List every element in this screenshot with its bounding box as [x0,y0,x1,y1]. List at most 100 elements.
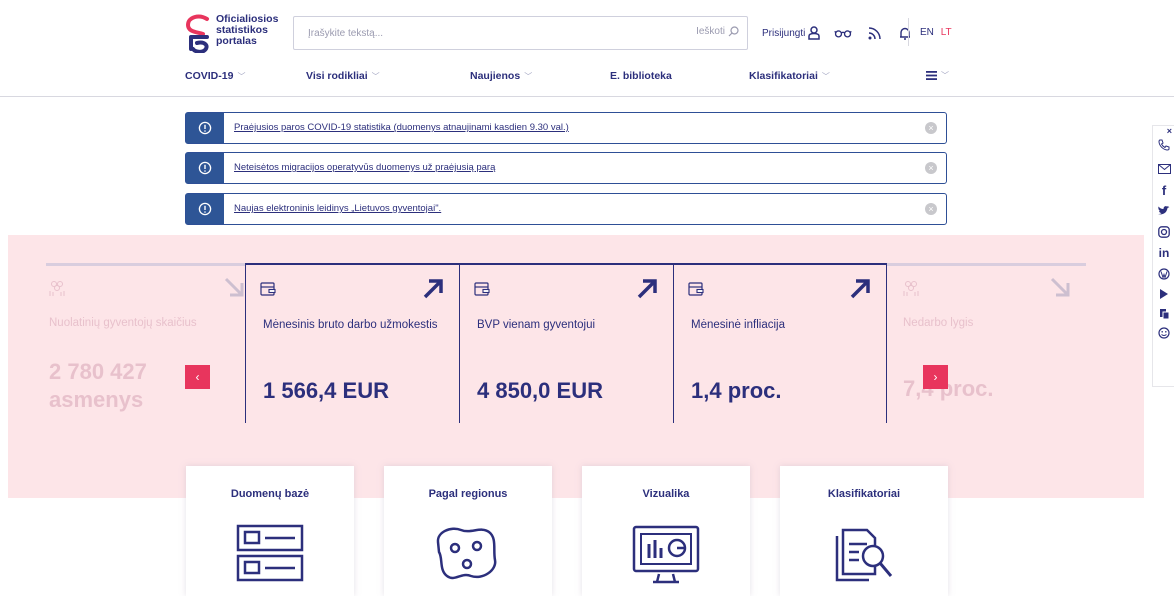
wallet-icon [688,282,704,296]
trend-down-icon [1050,277,1070,297]
stat-value-number: 2 780 427 [49,359,147,384]
wallet-icon [474,282,490,296]
twitter-icon[interactable] [1157,204,1171,218]
stat-title: Nedarbo lygis [903,317,974,329]
stat-title: Nuolatinių gyventojų skaičius [49,317,197,329]
nav-item-label: Visi rodikliai [306,70,368,82]
login-label: Prisijungti [762,27,806,39]
stat-title: BVP vienam gyventojui [477,319,596,331]
bell-icon[interactable] [896,25,914,41]
chevron-down-icon: ﹀ [941,71,949,80]
alert-banner: Naujas elektroninis leidinys „Lietuvos g… [185,193,947,225]
info-icon [186,194,224,224]
social-sidebar: × f in [1152,125,1174,387]
logo-mark-icon [185,14,209,53]
document-search-icon [835,528,893,582]
trend-down-icon [224,277,244,297]
search-icon [728,26,739,37]
alert-banner: Neteisėtos migracijos operatyvūs duomeny… [185,152,947,184]
stat-value: 1 566,4 EUR [263,378,389,403]
alert-banner: Praėjusios paros COVID-19 statistika (du… [185,112,947,144]
nav-item-library[interactable]: E. biblioteka [610,70,672,82]
close-icon[interactable]: × [1167,126,1172,136]
phone-icon[interactable] [1157,138,1171,152]
nav-item-indicators[interactable]: Visi rodikliai ﹀ [306,70,380,82]
hamburger-menu-button[interactable]: ﹀ [926,70,949,81]
lang-divider [908,18,909,46]
search-button-label: Ieškoti [696,26,725,37]
hamburger-icon [926,71,937,80]
lang-en-link[interactable]: EN [920,27,934,38]
alert-link[interactable]: Naujas elektroninis leidinys „Lietuvos g… [234,203,441,214]
user-icon [808,26,821,40]
stat-card-population[interactable]: Nuolatinių gyventojų skaičius 2 780 427 … [32,263,246,423]
stat-title: Mėnesinė infliacija [691,319,785,331]
stat-value-unit: asmenys [49,387,144,412]
logo-text: Oficialiosios statistikos portalas [216,14,278,47]
stat-title: Mėnesinis bruto darbo užmokestis [263,319,438,331]
instagram-icon[interactable] [1157,225,1171,239]
trend-up-icon [637,279,657,299]
nav-item-label: COVID-19 [185,70,234,82]
rss-icon[interactable] [865,25,883,41]
nav-item-news[interactable]: Naujienos ﹀ [470,70,532,82]
nav-item-label: Naujienos [470,70,521,82]
search-box: Ieškoti [293,16,748,50]
logo-line-3: portalas [216,35,257,47]
alert-link[interactable]: Praėjusios paros COVID-19 statistika (du… [234,122,569,133]
stat-card-gdp[interactable]: BVP vienam gyventojui 4 850,0 EUR [459,263,673,423]
linkedin-icon[interactable]: in [1157,246,1171,260]
tile-classifiers[interactable]: Klasifikatoriai [780,466,948,596]
clipboard-icon[interactable] [1157,307,1171,321]
stat-value: 1,4 proc. [691,378,782,403]
search-button[interactable]: Ieškoti [696,26,739,37]
carousel-next-button[interactable]: › [923,365,948,389]
site-logo[interactable]: Oficialiosios statistikos portalas [185,13,285,53]
tile-regions[interactable]: Pagal regionus [384,466,552,596]
chevron-down-icon: ﹀ [821,71,830,81]
stat-value: 7,4 proc. [903,376,994,401]
language-switcher: EN LT [920,27,956,38]
tile-visualization[interactable]: Vizualika [582,466,750,596]
tile-title: Klasifikatoriai [827,488,901,500]
lang-lt-link[interactable]: LT [941,27,952,38]
tile-title: Vizualika [642,488,690,500]
wordpress-icon[interactable] [1157,267,1171,281]
info-icon [186,153,224,183]
stat-value: 2 780 427 asmenys [49,358,147,414]
nav-item-label: Klasifikatoriai [749,70,818,82]
chevron-down-icon: ﹀ [237,71,246,81]
site-header: Oficialiosios statistikos portalas Ieško… [0,0,1174,97]
close-icon[interactable]: × [925,162,937,174]
search-input[interactable] [294,17,664,49]
tile-database[interactable]: Duomenų bazė [186,466,354,596]
smiley-icon[interactable] [1157,326,1171,340]
nav-item-classifiers[interactable]: Klasifikatoriai ﹀ [749,70,830,82]
trend-up-icon [850,279,870,299]
mail-icon[interactable] [1157,162,1171,176]
login-button[interactable]: Prisijungti [762,26,821,40]
accessibility-glasses-icon[interactable] [834,25,853,41]
stat-value: 4 850,0 EUR [477,378,603,403]
database-icon [236,524,304,582]
close-icon[interactable]: × [925,203,937,215]
monitor-chart-icon [632,525,700,584]
nav-item-label: E. biblioteka [610,70,672,82]
stat-card-inflation[interactable]: Mėnesinė infliacija 1,4 proc. [673,263,887,423]
chevron-down-icon: ﹀ [371,71,380,81]
nav-item-covid[interactable]: COVID-19 ﹀ [185,70,245,82]
info-icon [186,113,224,143]
stat-card-wage[interactable]: Mėnesinis bruto darbo užmokestis 1 566,4… [245,263,459,423]
stat-card-unemployment[interactable]: Nedarbo lygis 7,4 proc. [886,263,1086,423]
main-navigation: COVID-19 ﹀ Visi rodikliai ﹀ Naujienos ﹀ … [0,70,1174,88]
facebook-icon[interactable]: f [1157,183,1171,198]
carousel-prev-button[interactable]: ‹ [185,365,210,389]
alert-link[interactable]: Neteisėtos migracijos operatyvūs duomeny… [234,162,495,173]
close-icon[interactable]: × [925,122,937,134]
people-icon [49,281,65,296]
video-play-icon[interactable] [1157,287,1171,301]
chevron-down-icon: ﹀ [524,71,533,81]
trend-up-icon [423,279,443,299]
map-regions-icon [436,527,497,580]
people-icon [903,281,919,296]
